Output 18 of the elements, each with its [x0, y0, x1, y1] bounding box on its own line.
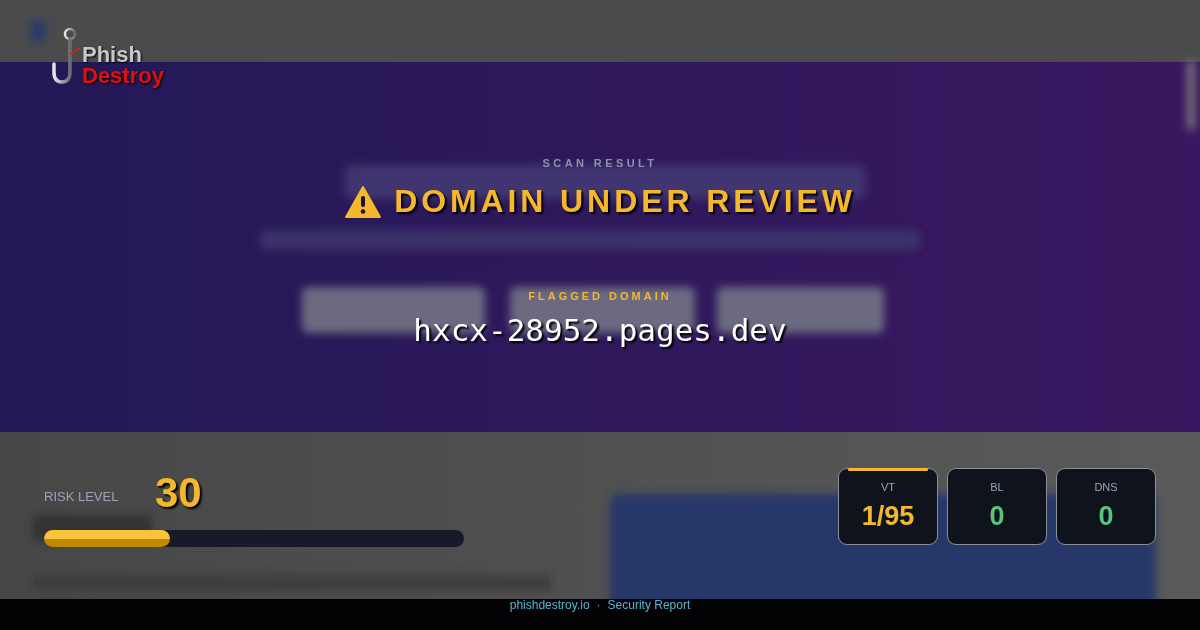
stat-label: VT [880, 481, 896, 493]
stat-value: 1/95 [861, 501, 915, 532]
domain-name: hxcx-28952.pages.dev [413, 312, 787, 348]
domain-label: FLAGGED DOMAIN [528, 290, 672, 302]
warning-icon [344, 184, 383, 219]
risk-label: RISK LEVEL [44, 488, 120, 504]
stat-label: BL [990, 481, 1004, 493]
logo-text: Destroy [82, 65, 164, 86]
stat-value: 0 [989, 501, 1005, 532]
verdict-title: DOMAIN UNDER REVIEW [394, 183, 856, 220]
scan-label: SCAN RESULT [542, 157, 658, 169]
stat-label: DNS [1094, 481, 1118, 493]
stat-value: 0 [1098, 501, 1114, 532]
separator-dot: · [596, 598, 601, 612]
risk-score: 30 [155, 472, 202, 514]
footer-text: Security Report [607, 598, 691, 612]
footer-link[interactable]: phishdestroy.io [509, 598, 590, 612]
logo-text: Phish [82, 44, 143, 65]
